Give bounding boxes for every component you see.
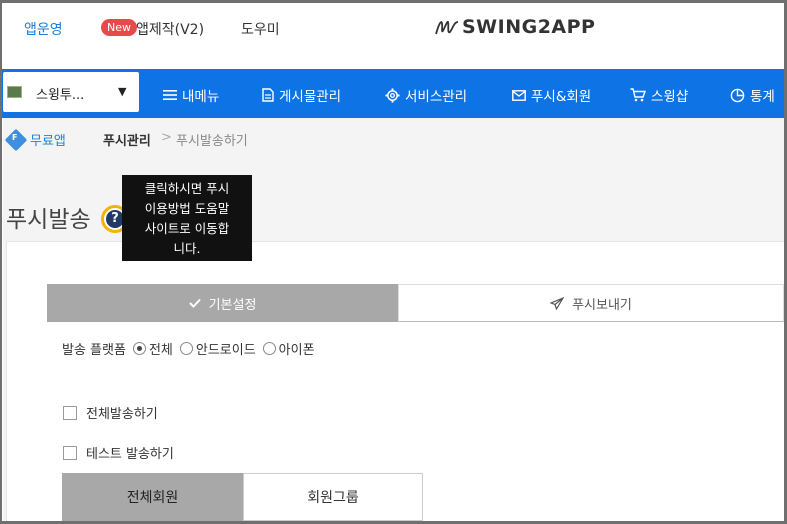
tab-member-groups[interactable]: 회원그룹 — [243, 473, 423, 521]
logo-mark-icon — [435, 21, 459, 35]
test-send-row: 테스트 발송하기 — [63, 443, 174, 462]
send-all-row: 전체발송하기 — [63, 403, 158, 422]
nav-item-push-members[interactable]: 푸시&회원 — [512, 85, 591, 105]
radio-android-label: 안드로이드 — [195, 343, 256, 358]
test-send-label: 테스트 발송하기 — [86, 447, 174, 462]
platform-selector: 발송 플랫폼 전체 안드로이드 아이폰 — [62, 339, 319, 358]
nav-item-services[interactable]: 서비스관리 — [385, 85, 467, 105]
send-all-label: 전체발송하기 — [86, 407, 158, 422]
radio-all[interactable] — [132, 342, 146, 355]
page-title: 푸시발송 — [6, 207, 91, 233]
document-icon — [262, 88, 274, 102]
breadcrumb-separator: > — [161, 130, 172, 145]
free-app-badge-letter: F — [12, 133, 18, 142]
swing2app-logo[interactable]: SWING2APP — [434, 14, 595, 40]
nav-item-my-menu[interactable]: 내메뉴 — [163, 85, 219, 105]
radio-iphone-label: 아이폰 — [278, 343, 315, 358]
help-tooltip: 클릭하시면 푸시 이용방법 도움말 사이트로 이동합 니다. — [122, 175, 252, 261]
app-thumbnail — [7, 86, 22, 98]
checkmark-icon — [188, 298, 201, 308]
mail-icon — [512, 89, 526, 101]
nav-item-swing-shop[interactable]: 스윙샵 — [630, 85, 688, 105]
tab-label: 푸시보내기 — [572, 297, 632, 313]
paper-plane-icon — [550, 296, 565, 310]
pie-chart-icon — [730, 88, 745, 102]
tab-label: 기본설정 — [208, 297, 257, 313]
nav-item-stats[interactable]: 통계 — [730, 85, 775, 105]
app-selector[interactable]: 스윙투... ▼ — [3, 72, 139, 112]
gear-icon — [385, 87, 400, 103]
radio-iphone[interactable] — [262, 342, 276, 355]
test-send-checkbox[interactable] — [63, 445, 77, 460]
radio-android[interactable] — [179, 342, 193, 355]
nav-item-label: 스윙샵 — [651, 89, 689, 105]
tab-all-members[interactable]: 전체회원 — [62, 473, 243, 521]
send-all-checkbox[interactable] — [63, 405, 77, 420]
app-selector-label: 스윙투... — [36, 88, 85, 103]
logo-text: SWING2APP — [462, 16, 596, 38]
caret-down-icon: ▼ — [118, 85, 127, 98]
radio-all-label: 전체 — [148, 343, 173, 358]
nav-link-app-build[interactable]: 앱제작(V2) — [136, 19, 204, 39]
nav-item-label: 통계 — [750, 89, 775, 105]
platform-label: 발송 플랫폼 — [62, 343, 126, 358]
nav-link-app-operation[interactable]: 앱운영 — [24, 19, 63, 39]
nav-item-label: 게시물관리 — [279, 89, 342, 105]
tab-send-push[interactable]: 푸시보내기 — [398, 284, 784, 322]
cart-icon — [630, 88, 646, 102]
nav-item-label: 내메뉴 — [182, 89, 220, 105]
top-header: 앱운영 New 앱제작(V2) 도우미 SWING2APP — [0, 0, 787, 68]
breadcrumb-current: 푸시발송하기 — [176, 134, 248, 149]
new-badge: New — [101, 19, 137, 36]
nav-link-help[interactable]: 도우미 — [241, 19, 280, 39]
breadcrumb-push-management[interactable]: 푸시관리 — [103, 130, 151, 149]
breadcrumb-free-app[interactable]: 무료앱 — [30, 130, 66, 149]
nav-item-posts[interactable]: 게시물관리 — [262, 85, 341, 105]
hamburger-icon — [163, 90, 177, 100]
nav-item-label: 푸시&회원 — [531, 89, 592, 105]
nav-item-label: 서비스관리 — [405, 89, 468, 105]
tab-basic-settings[interactable]: 기본설정 — [47, 284, 398, 322]
